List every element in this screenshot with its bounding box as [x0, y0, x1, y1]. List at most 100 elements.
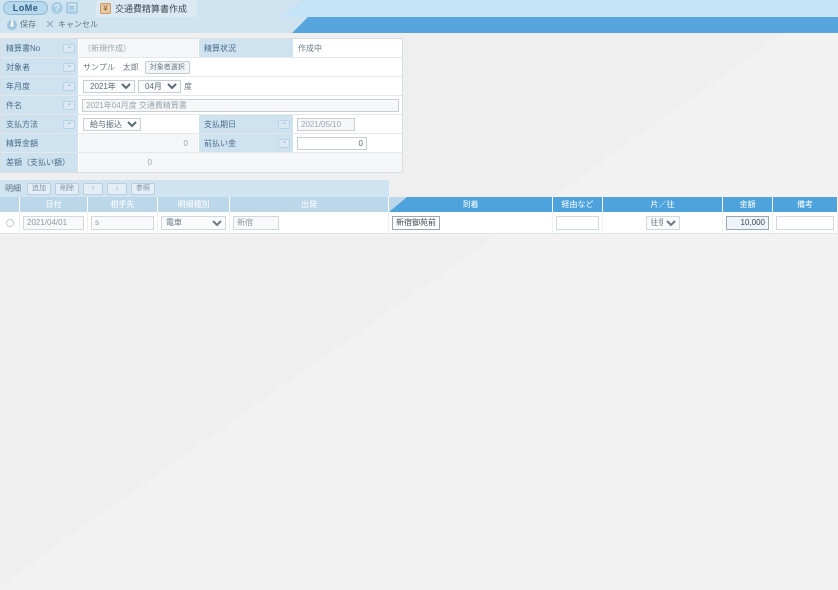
- trip-type-select[interactable]: 往復: [645, 215, 680, 230]
- expense-header-form: 精算書No ▫▫ （新規作成） 精算状況 作成中 対象者 ▫▫ サンプル 太郎 …: [0, 38, 403, 173]
- label-payment-method: 支払方法 ▫▫: [1, 115, 79, 133]
- move-down-button[interactable]: ↓: [107, 182, 127, 195]
- label-report-no: 精算書No ▫▫: [1, 39, 79, 57]
- value-target-person: サンプル 太郎: [83, 62, 139, 72]
- label-difference: 差額（支払い額）: [1, 153, 79, 172]
- required-badge-icon: ▫▫: [63, 81, 75, 91]
- grid-header-select: [0, 197, 20, 212]
- date-input[interactable]: [23, 215, 84, 230]
- detail-toolbar: 明細 追加 削除 ↑ ↓ 参照: [0, 180, 389, 197]
- form-row-payment-method: 支払方法 ▫▫ 給与振込 支払期日 ▫▫: [1, 115, 402, 134]
- cell-partner[interactable]: [88, 212, 158, 233]
- label-report-no-text: 精算書No: [6, 43, 41, 53]
- label-advance-payment-text: 前払い金: [204, 138, 236, 148]
- column-header-note[interactable]: 備考: [773, 197, 838, 212]
- kind-select[interactable]: 電車: [161, 215, 226, 230]
- column-header-arrival[interactable]: 到着: [389, 197, 553, 212]
- column-header-via[interactable]: 経由など: [553, 197, 603, 212]
- save-button[interactable]: ⬇ 保存: [7, 19, 36, 30]
- action-toolbar: ⬇ 保存 ✕ キャンセル: [0, 17, 838, 33]
- app-root: LoMe ? ❐ ¥ 交通費精算書作成 ⬇ 保存 ✕ キャンセル 精算書No ▫…: [0, 0, 838, 237]
- target-person-cell: サンプル 太郎 対象者選択: [79, 58, 402, 76]
- restore-window-icon[interactable]: ❐: [66, 2, 78, 14]
- required-badge-icon: ▫▫: [63, 43, 75, 53]
- row-select-radio[interactable]: [5, 218, 14, 227]
- value-difference: 0: [79, 153, 402, 172]
- year-select[interactable]: 2021年: [83, 79, 135, 93]
- cell-note[interactable]: [773, 212, 838, 233]
- reference-button[interactable]: 参照: [131, 182, 155, 195]
- yen-icon: ¥: [100, 3, 111, 14]
- column-header-departure[interactable]: 出発: [230, 197, 389, 212]
- table-row[interactable]: 電車 往復: [0, 212, 838, 234]
- close-icon: ✕: [45, 18, 55, 31]
- note-input[interactable]: [776, 215, 834, 230]
- label-status: 精算状況: [198, 39, 294, 57]
- label-subject: 件名 ▫▫: [1, 96, 79, 114]
- column-header-amount[interactable]: 金額: [723, 197, 773, 212]
- year-month-cell: 2021年 04月 度: [79, 77, 402, 95]
- tab-create-expense-report[interactable]: ¥ 交通費精算書作成: [96, 0, 198, 17]
- grid-bottom-edge: [0, 234, 838, 237]
- label-year-month-text: 年月度: [6, 81, 30, 91]
- save-button-label: 保存: [20, 20, 36, 29]
- label-subject-text: 件名: [6, 100, 22, 110]
- form-row-difference: 差額（支払い額） 0: [1, 153, 402, 172]
- label-year-month: 年月度 ▫▫: [1, 77, 79, 95]
- value-status: 作成中: [294, 39, 402, 57]
- required-badge-icon: ▫▫: [278, 119, 290, 129]
- cell-date[interactable]: [20, 212, 88, 233]
- year-month-suffix: 度: [184, 81, 192, 91]
- label-settlement-amount-text: 精算金額: [6, 138, 38, 148]
- title-bar: LoMe ? ❐ ¥ 交通費精算書作成: [0, 0, 838, 17]
- partner-input[interactable]: [91, 215, 154, 230]
- cell-kind[interactable]: 電車: [158, 212, 230, 233]
- amount-input[interactable]: [726, 215, 769, 230]
- label-difference-text: 差額（支払い額）: [6, 158, 70, 167]
- form-row-settlement-amount: 精算金額 0 前払い金 ▫▫: [1, 134, 402, 153]
- form-row-report-no: 精算書No ▫▫ （新規作成） 精算状況 作成中: [1, 39, 402, 58]
- required-badge-icon: ▫▫: [63, 119, 75, 129]
- value-settlement-amount: 0: [79, 134, 198, 152]
- delete-row-button[interactable]: 削除: [55, 182, 79, 195]
- label-target-person-text: 対象者: [6, 62, 30, 72]
- label-status-text: 精算状況: [204, 43, 236, 53]
- departure-input[interactable]: [233, 215, 279, 230]
- add-row-button[interactable]: 追加: [27, 182, 51, 195]
- cancel-button-label: キャンセル: [58, 20, 98, 29]
- form-row-target-person: 対象者 ▫▫ サンプル 太郎 対象者選択: [1, 58, 402, 77]
- cell-amount[interactable]: [723, 212, 773, 233]
- required-badge-icon: ▫▫: [278, 138, 290, 148]
- advance-payment-input[interactable]: [297, 136, 367, 150]
- column-header-partner[interactable]: 相手先: [88, 197, 158, 212]
- move-up-button[interactable]: ↑: [83, 182, 103, 195]
- cancel-button[interactable]: ✕ キャンセル: [45, 19, 98, 30]
- label-payment-date: 支払期日 ▫▫: [198, 115, 294, 133]
- label-target-person: 対象者 ▫▫: [1, 58, 79, 76]
- form-row-year-month: 年月度 ▫▫ 2021年 04月 度: [1, 77, 402, 96]
- subject-input[interactable]: [82, 98, 399, 112]
- payment-method-cell: 給与振込: [79, 115, 198, 133]
- label-settlement-amount: 精算金額: [1, 134, 79, 152]
- month-select[interactable]: 04月: [138, 79, 181, 93]
- app-logo[interactable]: LoMe: [3, 1, 48, 15]
- payment-date-input[interactable]: [297, 117, 355, 131]
- detail-grid-header: 日付 相手先 明細種別 出発 到着 経由など 片／往 金額 備考: [0, 197, 838, 212]
- column-header-date[interactable]: 日付: [20, 197, 88, 212]
- label-advance-payment: 前払い金 ▫▫: [198, 134, 294, 152]
- cell-trip-type[interactable]: 往復: [603, 212, 723, 233]
- cell-via[interactable]: [553, 212, 603, 233]
- detail-section: 明細 追加 削除 ↑ ↓ 参照 日付 相手先 明細種別 出発 到着 経由など 片…: [0, 180, 838, 237]
- column-header-kind[interactable]: 明細種別: [158, 197, 230, 212]
- cell-departure[interactable]: [230, 212, 389, 233]
- row-select-cell[interactable]: [0, 212, 20, 233]
- payment-method-select[interactable]: 給与振込: [83, 117, 141, 131]
- cell-arrival[interactable]: [389, 212, 553, 233]
- via-input[interactable]: [556, 215, 599, 230]
- column-header-trip-type[interactable]: 片／往: [603, 197, 723, 212]
- help-icon[interactable]: ?: [51, 2, 63, 14]
- arrival-input[interactable]: [392, 215, 440, 230]
- select-target-person-button[interactable]: 対象者選択: [144, 60, 190, 74]
- value-report-no: （新規作成）: [79, 39, 198, 57]
- toolbar-wedge: [292, 17, 838, 33]
